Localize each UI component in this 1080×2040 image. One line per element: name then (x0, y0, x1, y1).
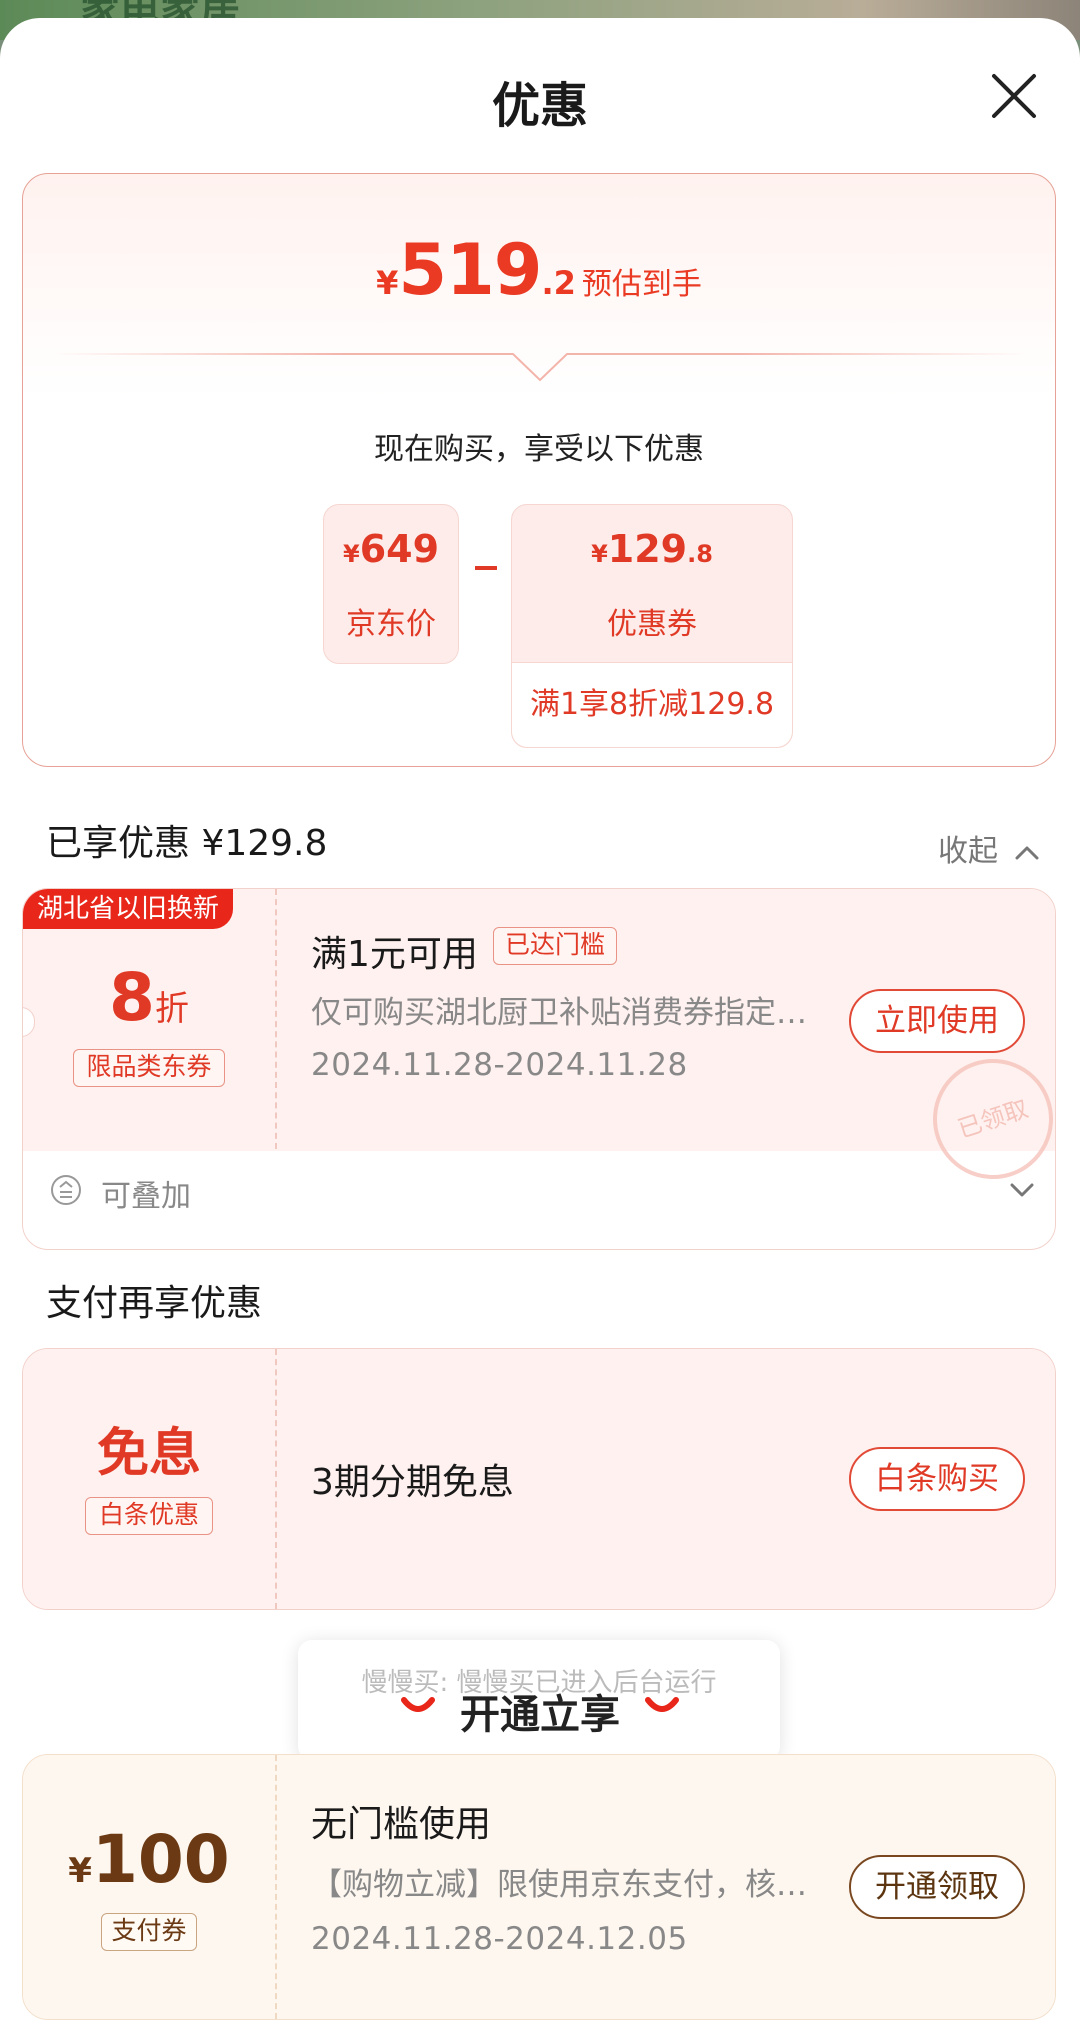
buy-now-text: 现在购买，享受以下优惠 (374, 432, 704, 467)
price-divider (53, 353, 1027, 382)
discount-value: 8折 (109, 959, 189, 1036)
price-integer: 519 (398, 229, 542, 311)
open-now-heading: 开通立享 (460, 1692, 620, 1738)
close-button[interactable] (984, 66, 1044, 126)
close-icon (992, 74, 1036, 118)
coupon-chip-note: 满1享8折减129.8 (512, 662, 792, 747)
coupon-title: 满1元可用 (311, 934, 478, 975)
price-currency: ¥ (376, 264, 399, 302)
coupon-card-interest-free: 免息 白条优惠 3期分期免息 白条购买 (22, 1348, 1056, 1610)
coupon-title: 无门槛使用 (311, 1804, 492, 1845)
stackable-label: 可叠加 (101, 1179, 191, 1214)
payment-coupon-amount: ¥100 (68, 1821, 230, 1898)
minus-sign (475, 566, 497, 570)
collapse-button[interactable]: 收起 (938, 826, 1040, 870)
coupon-card-payment: ¥100 支付券 无门槛使用 【购物立减】限使用京东支付，核销后立减 2024.… (22, 1754, 1056, 2020)
jd-price-amount: ¥649 (342, 527, 440, 571)
smile-right-icon (645, 1697, 679, 1712)
coupon-desc: 【购物立减】限使用京东支付，核销后立减 (311, 1867, 831, 1903)
coupon-chip: ¥129.8 优惠券 满1享8折减129.8 (511, 504, 793, 748)
coupon-card-trade-in: 湖北省以旧换新 8折 限品类东券 满1元可用 已达门槛 仅可购买湖北厨卫补贴消费… (22, 888, 1056, 1250)
coupon-separator (275, 1349, 277, 1609)
coupon-separator (275, 1755, 277, 2019)
coupon-type-tag: 支付券 (101, 1913, 197, 1951)
estimated-price: ¥519.2 预估到手 (23, 229, 1055, 311)
coupon-separator (275, 889, 277, 1149)
discount-sheet: 优惠 ¥519.2 预估到手 现在购买，享受以下优惠 ¥649 京东价 ¥129… (0, 18, 1080, 2040)
price-label: 预估到手 (581, 267, 702, 302)
pay-section-title: 支付再享优惠 (46, 1283, 263, 1324)
activate-claim-button[interactable]: 开通领取 (849, 1855, 1025, 1919)
chevron-up-icon (1015, 846, 1039, 859)
coupon-date: 2024.11.28-2024.11.28 (311, 1047, 688, 1083)
baitiao-buy-button[interactable]: 白条购买 (849, 1447, 1025, 1511)
estimated-price-card: ¥519.2 预估到手 现在购买，享受以下优惠 ¥649 京东价 ¥129.8 优… (22, 173, 1056, 767)
coupon-amount: ¥129.8 (591, 527, 713, 571)
price-decimal: .2 (541, 264, 576, 302)
enjoyed-title: 已享优惠 ¥129.8 (46, 823, 328, 864)
coupon-type-tag: 限品类东券 (73, 1049, 225, 1087)
use-now-button[interactable]: 立即使用 (849, 989, 1025, 1053)
coupon-type-tag: 白条优惠 (85, 1497, 213, 1535)
region-tag: 湖北省以旧换新 (23, 889, 234, 929)
jd-price-label: 京东价 (346, 607, 436, 642)
jd-price-chip: ¥649 京东价 (323, 504, 459, 664)
chevron-down-icon (1010, 1183, 1034, 1197)
threshold-badge: 已达门槛 (493, 927, 617, 965)
coupon-chip-label: 优惠券 (607, 607, 697, 642)
sheet-title: 优惠 (491, 78, 588, 134)
coupon-date: 2024.11.28-2024.12.05 (311, 1921, 688, 1957)
coupon-title: 3期分期免息 (311, 1462, 514, 1503)
coupon-desc: 仅可购买湖北厨卫补贴消费券指定商品 (311, 995, 831, 1031)
stack-icon (51, 1175, 81, 1205)
stackable-row[interactable]: 可叠加 (23, 1151, 1055, 1229)
interest-free-label: 免息 (96, 1424, 201, 1484)
collapse-label: 收起 (938, 834, 998, 869)
